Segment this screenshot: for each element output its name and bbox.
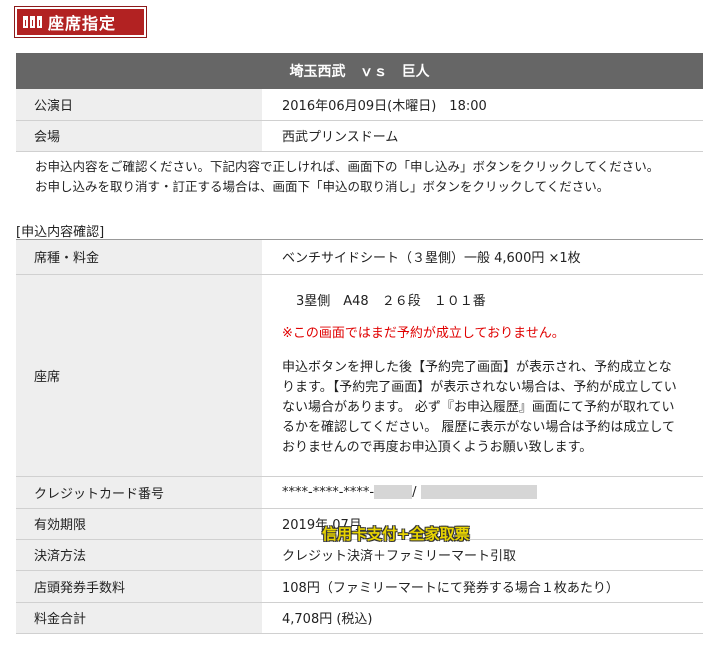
table-row: 公演日 2016年06月09日(木曜日) 18:00 <box>16 89 703 121</box>
date-value: 2016年06月09日(木曜日) 18:00 <box>262 89 703 121</box>
notice-line-1: お申込内容をご確認ください。下記内容で正しければ、画面下の「申し込み」ボタンをク… <box>35 159 660 174</box>
overlay-caption: 信用卡支付+全家取票 <box>322 525 470 543</box>
seat-instructions: 申込ボタンを押した後【予約完了画面】が表示され、予約成立となります。【予約完了画… <box>282 360 677 455</box>
payment-label: 決済方法 <box>16 539 262 571</box>
seat-warning: ※この画面ではまだ予約が成立しておりません。 <box>282 326 565 341</box>
section-heading: [申込内容確認] <box>16 225 105 240</box>
card-value-cell: ****-****-****- / <box>262 476 703 509</box>
seat-details: 3塁側 A48 ２６段 １０１番 ※この画面ではまだ予約が成立しておりません。 … <box>262 274 703 477</box>
fee-value: 108円（ファミリーマートにて発券する場合１枚あたり） <box>262 570 703 603</box>
fee-label: 店頭発券手数料 <box>16 570 262 603</box>
performance-table: 公演日 2016年06月09日(木曜日) 18:00 会場 西武プリンスドーム <box>16 89 703 152</box>
card-number: ****-****-****- <box>282 484 375 500</box>
total-value: 4,708円 (税込) <box>262 602 703 634</box>
card-separator: / <box>412 484 417 500</box>
table-row: クレジットカード番号 ****-****-****- / <box>16 476 703 509</box>
table-row: 座席 3塁側 A48 ２６段 １０１番 ※この画面ではまだ予約が成立しておりませ… <box>16 274 703 477</box>
venue-value: 西武プリンスドーム <box>262 120 703 152</box>
seat-type-value: ベンチサイドシート（３塁側）一般 4,600円 ×1枚 <box>262 240 703 275</box>
seat-type-label: 席種・料金 <box>16 240 262 275</box>
redacted-card-digits <box>374 485 413 499</box>
table-row: 店頭発券手数料 108円（ファミリーマートにて発券する場合１枚あたり） <box>16 570 703 603</box>
date-label: 公演日 <box>16 89 262 121</box>
event-title: 埼玉西武 ｖｓ 巨人 <box>289 64 430 80</box>
event-title-bar: 埼玉西武 ｖｓ 巨人 <box>16 53 703 89</box>
seat-selection-badge: 座席指定 <box>14 6 147 38</box>
badge-label: 座席指定 <box>48 14 117 33</box>
card-label: クレジットカード番号 <box>16 476 262 509</box>
table-row: 料金合計 4,708円 (税込) <box>16 602 703 634</box>
seat-position: 3塁側 A48 ２６段 １０１番 <box>296 294 486 309</box>
seat-icon <box>23 16 42 28</box>
table-row: 席種・料金 ベンチサイドシート（３塁側）一般 4,600円 ×1枚 <box>16 240 703 275</box>
redacted-card-holder <box>420 485 537 499</box>
total-label: 料金合計 <box>16 602 262 634</box>
venue-label: 会場 <box>16 120 262 152</box>
notice-line-2: お申し込みを取り消す・訂正する場合は、画面下「申込の取り消し」ボタンをクリックし… <box>35 179 610 194</box>
details-table: 席種・料金 ベンチサイドシート（３塁側）一般 4,600円 ×1枚 座席 3塁側… <box>16 240 703 634</box>
table-row: 会場 西武プリンスドーム <box>16 120 703 152</box>
notice-text: お申込内容をご確認ください。下記内容で正しければ、画面下の「申し込み」ボタンをク… <box>35 157 705 197</box>
seat-label: 座席 <box>16 274 262 477</box>
expiry-label: 有効期限 <box>16 508 262 540</box>
